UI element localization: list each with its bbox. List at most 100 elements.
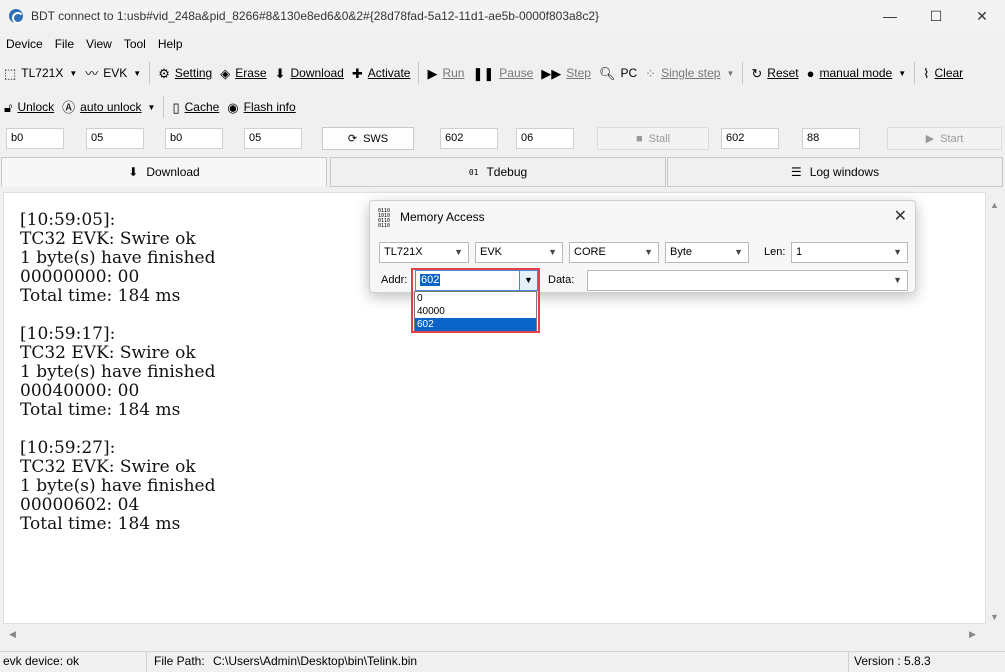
close-button[interactable]: ✕ <box>959 0 1005 32</box>
tab-log-windows[interactable]: ☰ Log windows <box>667 157 1003 187</box>
field-2[interactable]: 05 <box>86 128 144 149</box>
separator <box>149 62 151 84</box>
tab-tdebug[interactable]: 01 Tdebug <box>330 157 666 187</box>
play-icon: ▶ <box>925 133 935 145</box>
version-text: Version : 5.8.3 <box>854 654 931 668</box>
divider <box>146 652 147 672</box>
menu-tool[interactable]: Tool <box>118 37 152 51</box>
step-icon: ▶▶ <box>541 65 562 81</box>
board-combo[interactable]: EVK ▼ <box>475 242 563 263</box>
lock-icon: 🔓︎ <box>4 99 13 115</box>
maximize-button[interactable]: ☐ <box>913 0 959 32</box>
erase-button[interactable]: ◈ Erase <box>216 61 270 85</box>
signal-icon: 〰 <box>85 65 99 81</box>
menu-device[interactable]: Device <box>0 37 49 51</box>
start-button[interactable]: ▶ Start <box>887 127 1002 150</box>
separator <box>418 62 420 84</box>
log-text: [10:59:05]: TC32 EVK: Swire ok 1 byte(s)… <box>20 210 216 534</box>
data-label: Data: <box>548 274 575 286</box>
len-combo[interactable]: 1 ▼ <box>791 242 908 263</box>
secondary-toolbar: 🔓︎ Unlock Ⓐauto unlock ▼ ▯ Cache ◉ Flash inf… <box>0 92 1005 122</box>
stall-button[interactable]: ■ Stall <box>597 127 709 150</box>
field-7[interactable]: 602 <box>721 128 779 149</box>
field-1[interactable]: b0 <box>6 128 64 149</box>
tab-download[interactable]: ⬇ Download <box>1 157 327 187</box>
data-combo[interactable]: ▼ <box>587 270 908 291</box>
chevron-down-icon: ▼ <box>734 247 743 257</box>
chevron-down-icon: ▼ <box>644 247 653 257</box>
field-8[interactable]: 88 <box>802 128 860 149</box>
sws-button[interactable]: ⟳ SWS <box>322 127 414 150</box>
board-select[interactable]: 〰 EVK ▼ <box>81 61 145 85</box>
scroll-right-icon[interactable]: ▶ <box>969 629 976 640</box>
addr-label: Addr: <box>381 274 408 286</box>
search-icon: 🔍︎ <box>598 65 616 81</box>
pause-icon: ❚❚ <box>472 65 495 81</box>
gear-icon: ⚙ <box>158 65 170 81</box>
menu-help[interactable]: Help <box>152 37 189 51</box>
field-4[interactable]: 05 <box>244 128 302 149</box>
activate-button[interactable]: ✚ Activate <box>348 61 415 85</box>
pc-button[interactable]: 🔍︎ PC <box>595 61 641 85</box>
plus-icon: ✚ <box>351 65 363 81</box>
single-step-button[interactable]: ⁘ Single step ▼ <box>641 61 738 85</box>
pause-button[interactable]: ❚❚ Pause <box>468 61 537 85</box>
single-step-icon: ⁘ <box>645 65 657 81</box>
run-button[interactable]: ▶ Run <box>423 61 468 85</box>
step-button[interactable]: ▶▶ Step <box>537 61 595 85</box>
scroll-up-icon[interactable]: ▲ <box>990 200 999 210</box>
sync-icon: ⟳ <box>347 133 358 145</box>
chevron-down-icon: ▼ <box>454 247 463 257</box>
unlock-button[interactable]: 🔓︎ Unlock <box>0 95 58 119</box>
list-icon: ☰ <box>790 165 802 179</box>
minimize-button[interactable]: — <box>867 0 913 32</box>
chevron-down-icon: ▼ <box>893 275 902 285</box>
clear-button[interactable]: ⌇ Clear <box>919 61 967 85</box>
title-bar: BDT connect to 1:usb#vid_248a&pid_8266#8… <box>0 0 1005 32</box>
chip-select[interactable]: ⬚ TL721X ▼ <box>0 61 81 85</box>
stop-icon: ■ <box>635 132 643 145</box>
chip-icon: ⬚ <box>4 65 17 81</box>
flash-info-button[interactable]: ◉ Flash info <box>223 95 299 119</box>
unit-combo[interactable]: Byte ▼ <box>665 242 749 263</box>
core-combo[interactable]: CORE ▼ <box>569 242 659 263</box>
download-button[interactable]: ⬇ Download <box>271 61 348 85</box>
setting-button[interactable]: ⚙ Setting <box>154 61 216 85</box>
scroll-left-icon[interactable]: ◀ <box>9 629 16 640</box>
chevron-down-icon: ▼ <box>726 68 735 78</box>
file-path-value: C:\Users\Admin\Desktop\bin\Telink.bin <box>213 654 418 668</box>
app-icon <box>9 9 24 24</box>
separator <box>163 96 165 118</box>
mode-select[interactable]: ● manual mode ▼ <box>803 61 911 85</box>
reset-button[interactable]: ↻ Reset <box>747 61 802 85</box>
chevron-down-icon: ▼ <box>548 247 557 257</box>
close-icon[interactable]: ✕ <box>894 206 907 226</box>
file-path-label: File Path: <box>154 654 205 668</box>
chip-combo[interactable]: TL721X ▼ <box>379 242 469 263</box>
cache-button[interactable]: ▯ Cache <box>168 95 223 119</box>
eraser-icon: ◈ <box>220 65 231 81</box>
window-title: BDT connect to 1:usb#vid_248a&pid_8266#8… <box>31 9 600 23</box>
highlight-box <box>411 268 540 333</box>
field-6[interactable]: 06 <box>516 128 574 149</box>
binary-icon: 0110 1010 0110 0110 <box>378 208 391 229</box>
field-5[interactable]: 602 <box>440 128 498 149</box>
field-3[interactable]: b0 <box>165 128 223 149</box>
len-label: Len: <box>764 246 786 258</box>
reset-icon: ↻ <box>751 65 763 81</box>
chevron-down-icon: ▼ <box>147 102 156 112</box>
menu-view[interactable]: View <box>80 37 118 51</box>
auto-unlock-select[interactable]: Ⓐauto unlock ▼ <box>58 95 159 119</box>
document-icon: ▯ <box>172 99 180 115</box>
device-status: evk device: ok <box>3 654 80 668</box>
broom-icon: ⌇ <box>923 65 930 81</box>
scroll-down-icon[interactable]: ▼ <box>990 612 999 622</box>
vertical-scrollbar[interactable]: ▲ ▼ <box>986 192 1003 624</box>
menu-file[interactable]: File <box>49 37 80 51</box>
chevron-down-icon: ▼ <box>69 68 78 78</box>
download-icon: ⬇ <box>274 65 286 81</box>
horizontal-scrollbar[interactable]: ◀ ▶ <box>3 626 986 643</box>
chevron-down-icon: ▼ <box>898 68 907 78</box>
auto-icon: Ⓐ <box>62 99 76 115</box>
mode-icon: ● <box>806 65 815 81</box>
